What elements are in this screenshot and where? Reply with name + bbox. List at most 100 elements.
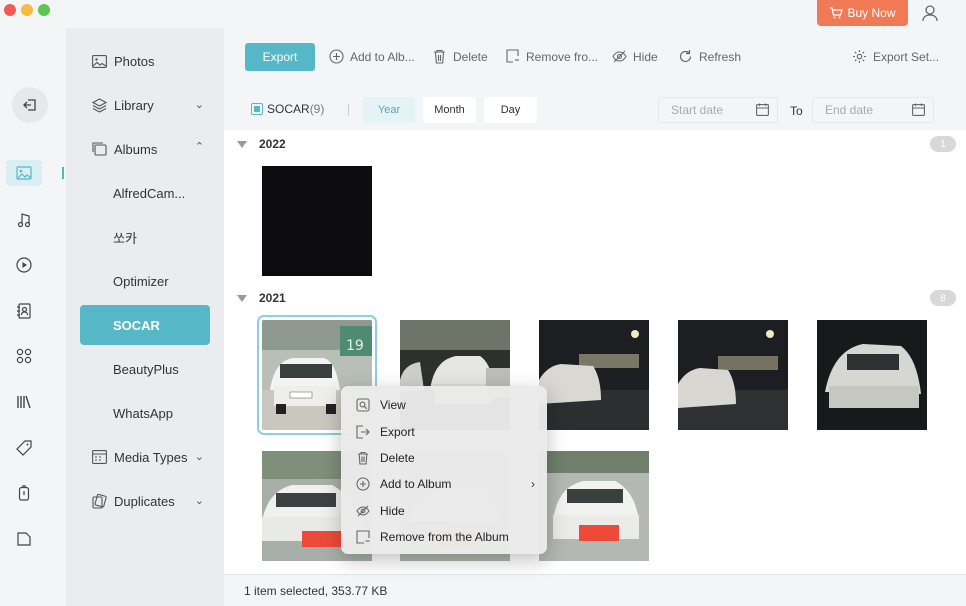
sidebar-item-media-types[interactable]: Media Types ⌄ <box>80 437 210 477</box>
rail-battery[interactable] <box>13 482 35 504</box>
album-name: SOCAR <box>267 102 310 116</box>
rail-videos[interactable] <box>13 254 35 276</box>
sidebar-item-optimizer[interactable]: Optimizer <box>80 261 210 301</box>
chevron-down-icon: ⌄ <box>194 451 204 463</box>
menu-item-hide[interactable]: Hide <box>341 498 547 524</box>
menu-item-label: Add to Album <box>380 477 452 492</box>
photo-thumbnail[interactable] <box>539 451 649 561</box>
start-date-placeholder: Start date <box>671 103 724 117</box>
sidebar-item-label: Media Types <box>114 449 188 465</box>
delete-label: Delete <box>453 49 488 64</box>
minimize-window-button[interactable] <box>21 4 33 16</box>
sidebar-item-library[interactable]: Library ⌄ <box>80 85 210 125</box>
user-account-icon[interactable] <box>921 4 939 22</box>
main-panel: Export Add to Alb... Delete Remove fro..… <box>224 28 966 606</box>
sidebar-item-label: 쏘카 <box>113 230 137 246</box>
rail-files[interactable] <box>13 528 35 550</box>
album-indicator: SOCAR (9) <box>251 102 324 116</box>
rail-selection-indicator <box>62 167 64 179</box>
export-button[interactable]: Export <box>245 43 315 71</box>
photos-icon <box>92 53 108 69</box>
back-button[interactable] <box>12 87 48 123</box>
hide-label: Hide <box>633 49 658 64</box>
title-bar: Buy Now <box>0 0 966 28</box>
buy-now-button[interactable]: Buy Now <box>817 0 908 26</box>
photo-grid: 2022 1 2021 8 19 <box>224 130 966 574</box>
media-types-icon <box>92 449 108 465</box>
tab-year[interactable]: Year <box>363 97 415 123</box>
year-group-header[interactable]: 2022 1 <box>224 133 966 155</box>
contacts-icon <box>17 303 31 319</box>
to-label: To <box>790 104 803 118</box>
tab-month[interactable]: Month <box>423 97 476 123</box>
sidebar: Photos Library ⌄ Albums ⌃ AlfredCam... 쏘… <box>66 28 224 606</box>
photo-thumbnail[interactable] <box>817 320 927 430</box>
menu-item-label: Export <box>380 424 415 439</box>
remove-from-album-button[interactable]: Remove fro... <box>505 49 598 64</box>
sidebar-item-alfredcam[interactable]: AlfredCam... <box>80 173 210 213</box>
export-settings-button[interactable]: Export Set... <box>852 49 939 64</box>
album-square-icon <box>251 103 263 115</box>
sidebar-item-label: Duplicates <box>114 493 175 509</box>
sidebar-item-label: SOCAR <box>113 317 160 333</box>
plus-circle-icon <box>329 49 344 64</box>
end-date-field[interactable]: End date <box>812 97 934 123</box>
rail-contacts[interactable] <box>13 300 35 322</box>
rail-tags[interactable] <box>13 437 35 459</box>
photo-thumbnail[interactable] <box>262 166 372 276</box>
gear-icon <box>853 50 866 63</box>
rail-apps[interactable] <box>13 345 35 367</box>
start-date-field[interactable]: Start date <box>658 97 778 123</box>
sidebar-item-label: AlfredCam... <box>113 185 186 201</box>
tab-day[interactable]: Day <box>484 97 537 123</box>
year-label: 2022 <box>259 137 286 151</box>
sidebar-item-duplicates[interactable]: Duplicates ⌄ <box>80 481 210 521</box>
add-to-album-button[interactable]: Add to Alb... <box>329 49 415 64</box>
photo-thumbnail[interactable] <box>539 320 649 430</box>
battery-icon <box>18 485 30 501</box>
menu-item-export[interactable]: Export <box>341 418 547 444</box>
hide-button[interactable]: Hide <box>612 49 658 64</box>
menu-item-view[interactable]: View <box>341 392 547 418</box>
sidebar-item-socar[interactable]: SOCAR <box>80 305 210 345</box>
add-to-album-label: Add to Alb... <box>350 49 415 64</box>
selection-status: 1 item selected, 353.77 KB <box>244 583 388 598</box>
eye-off-icon <box>612 50 627 63</box>
sidebar-item-photos[interactable]: Photos <box>80 41 210 81</box>
menu-item-label: Delete <box>380 450 415 465</box>
car-photo-image <box>539 451 649 561</box>
menu-item-add-to-album[interactable]: Add to Album › <box>341 471 547 497</box>
calendar-icon <box>756 103 769 116</box>
duplicates-icon <box>92 493 108 509</box>
sidebar-item-albums[interactable]: Albums ⌃ <box>80 129 210 169</box>
albums-icon <box>92 141 108 157</box>
remove-from-album-label: Remove fro... <box>526 49 599 64</box>
sidebar-item-label: Library <box>114 97 154 113</box>
car-photo-image <box>539 320 649 430</box>
sidebar-item-whatsapp[interactable]: WhatsApp <box>80 393 210 433</box>
view-icon <box>355 397 371 413</box>
menu-item-remove-from-album[interactable]: Remove from the Album <box>341 524 547 550</box>
sidebar-item-socar-korean[interactable]: 쏘카 <box>80 217 210 257</box>
menu-item-label: Hide <box>380 503 405 518</box>
menu-item-delete[interactable]: Delete <box>341 445 547 471</box>
play-circle-icon <box>16 257 32 273</box>
buy-now-label: Buy Now <box>847 6 896 20</box>
sidebar-item-beautyplus[interactable]: BeautyPlus <box>80 349 210 389</box>
delete-button[interactable]: Delete <box>432 49 488 64</box>
zoom-window-button[interactable] <box>38 4 50 16</box>
year-group-header[interactable]: 2021 8 <box>224 287 966 309</box>
plus-circle-icon <box>355 476 371 492</box>
context-menu: View Export Delete Add to Album › Hide R… <box>341 386 547 554</box>
remove-from-album-icon <box>506 49 519 63</box>
photo-thumbnail[interactable] <box>678 320 788 430</box>
music-icon <box>17 213 31 228</box>
close-window-button[interactable] <box>4 4 16 16</box>
rail-photos[interactable] <box>6 160 42 186</box>
collapse-triangle-icon <box>237 140 247 148</box>
rail-music[interactable] <box>13 209 35 231</box>
rail-books[interactable] <box>13 391 35 413</box>
refresh-button[interactable]: Refresh <box>678 49 741 64</box>
collapse-triangle-icon <box>237 294 247 302</box>
chevron-up-icon: ⌃ <box>194 141 204 153</box>
